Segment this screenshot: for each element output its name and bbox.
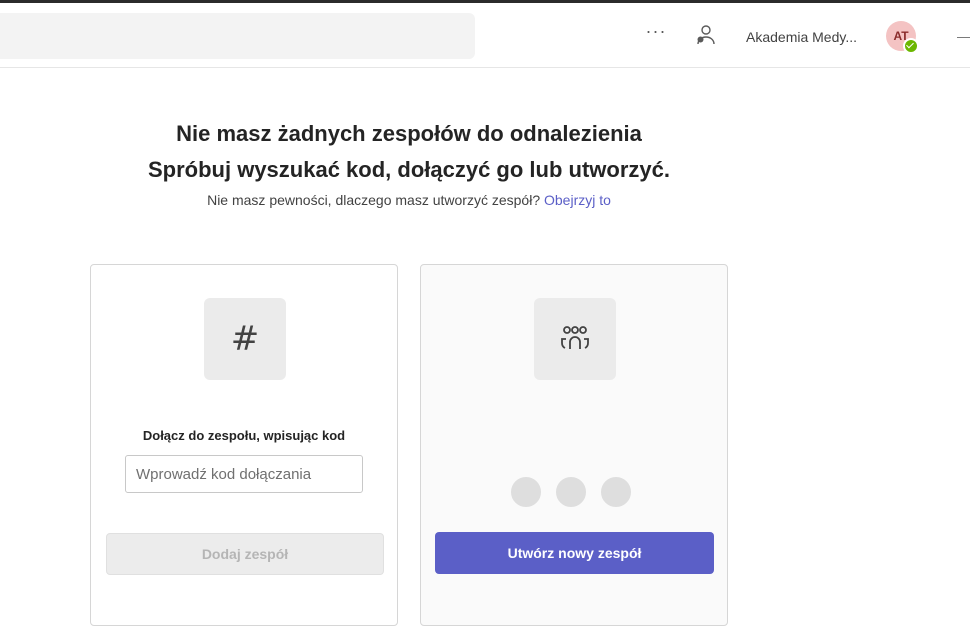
hash-icon: # bbox=[230, 319, 260, 359]
organization-name[interactable]: Akademia Medy... bbox=[746, 29, 857, 45]
join-code-input[interactable] bbox=[125, 455, 363, 493]
add-team-button[interactable]: Dodaj zespół bbox=[106, 533, 384, 575]
help-text-label: Nie masz pewności, dlaczego masz utworzy… bbox=[207, 192, 541, 208]
watch-video-link[interactable]: Obejrzyj to bbox=[544, 192, 611, 208]
create-team-card: Utwórz nowy zespół bbox=[420, 264, 728, 626]
placeholder-avatar bbox=[509, 475, 543, 509]
people-icon[interactable] bbox=[694, 23, 718, 47]
join-team-card: # Dołącz do zespołu, wpisując kod Dodaj … bbox=[90, 264, 398, 626]
search-bar[interactable] bbox=[0, 13, 475, 59]
placeholder-avatar bbox=[554, 475, 588, 509]
join-icon-tile: # bbox=[204, 298, 286, 380]
join-code-label: Dołącz do zespołu, wpisując kod bbox=[142, 428, 346, 443]
create-icon-tile bbox=[534, 298, 616, 380]
presence-available-icon bbox=[903, 38, 919, 54]
placeholder-avatars bbox=[509, 475, 639, 509]
help-text: Nie masz pewności, dlaczego masz utworzy… bbox=[0, 192, 818, 208]
minimize-icon[interactable] bbox=[957, 37, 970, 38]
avatar[interactable]: AT bbox=[886, 21, 919, 54]
top-bar: ··· Akademia Medy... AT bbox=[0, 3, 970, 68]
placeholder-avatar bbox=[599, 475, 633, 509]
teams-icon bbox=[561, 326, 589, 349]
create-team-button[interactable]: Utwórz nowy zespół bbox=[435, 532, 714, 574]
more-options-button[interactable]: ··· bbox=[643, 22, 669, 47]
page-title: Nie masz żadnych zespołów do odnalezieni… bbox=[176, 121, 642, 146]
page-subtitle-heading: Spróbuj wyszukać kod, dołączyć go lub ut… bbox=[148, 157, 670, 182]
